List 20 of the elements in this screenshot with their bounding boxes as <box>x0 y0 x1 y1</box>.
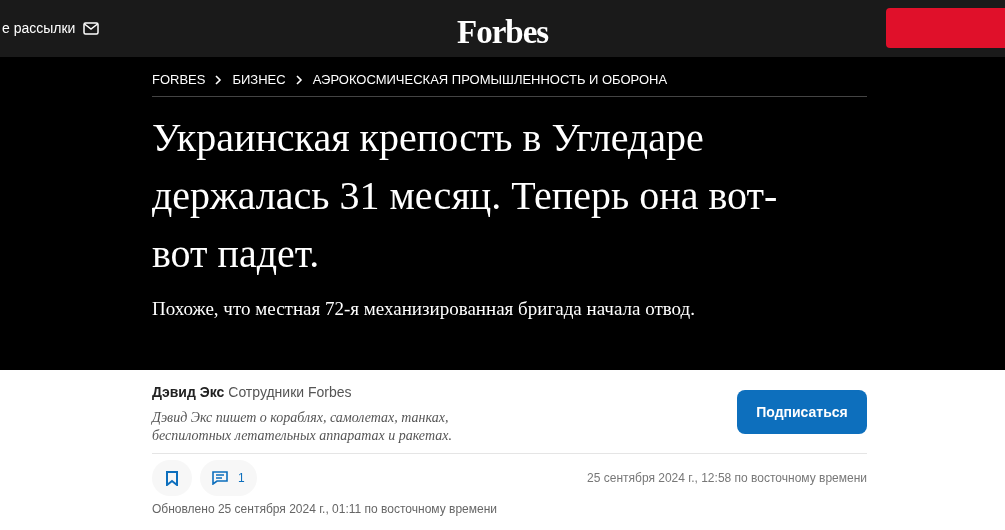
article-headline: Украинская крепость в Угледаре держалась 31 месяц. Теперь она вот-вот падет. <box>152 114 779 278</box>
forbes-logo[interactable]: Forbes <box>457 8 549 58</box>
author-name[interactable]: Дэвид Экс <box>152 382 225 403</box>
breadcrumb-link[interactable]: БИЗНЕС <box>232 69 286 90</box>
breadcrumb-link[interactable]: АЭРОКОСМИЧЕСКАЯ ПРОМЫШЛЕННОСТЬ И ОБОРОНА <box>312 69 668 90</box>
author-role: Сотрудники Forbes <box>228 383 352 402</box>
publish-date: 25 сентября 2024 г., 12:58 по восточному времени <box>587 470 867 487</box>
chevron-icon <box>295 74 303 85</box>
comment-icon <box>212 471 228 485</box>
author-bio: Дэвид Экс пишет о кораблях, самолетах, танках, беспилотных летательных аппаратах и ракетах. <box>152 409 453 445</box>
breadcrumb-link[interactable]: FORBES <box>152 69 206 90</box>
article-subheadline: Похоже, что местная 72-я механизированная бригада начала отвод. <box>152 297 696 321</box>
newsletter-link[interactable]: е рассылки <box>2 18 100 39</box>
chevron-icon <box>215 74 223 85</box>
bookmark-button[interactable] <box>152 460 192 496</box>
follow-button[interactable]: Подписаться <box>737 390 867 434</box>
comments-button[interactable]: 1 <box>200 460 257 496</box>
updated-date: Обновлено 25 сентября 2024 г., 01:11 по восточному времени <box>152 501 498 518</box>
bookmark-icon <box>166 470 178 486</box>
mail-icon <box>83 22 100 35</box>
